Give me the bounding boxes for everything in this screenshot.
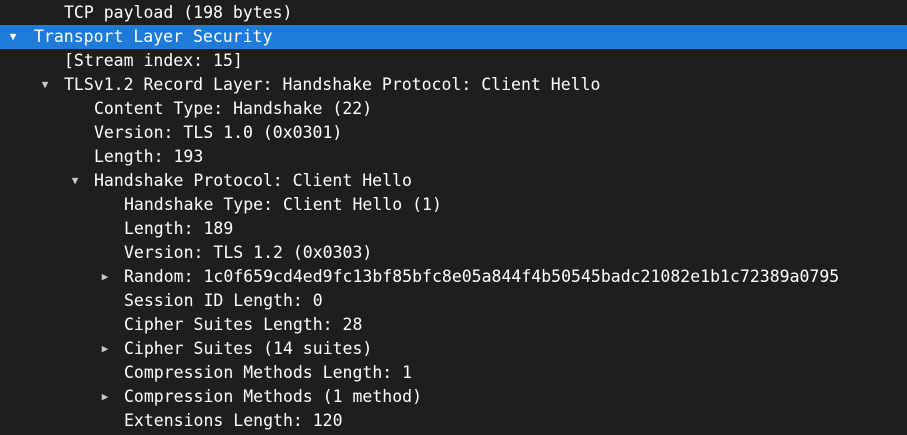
tree-row-tls-record-layer[interactable]: TLSv1.2 Record Layer: Handshake Protocol…	[0, 73, 907, 97]
tree-row-label: Random: 1c0f659cd4ed9fc13bf85bfc8e05a844…	[124, 267, 840, 286]
tree-row-label: Length: 189	[124, 219, 234, 238]
tree-row-label: Length: 193	[94, 147, 204, 166]
tree-row-transport-layer-security[interactable]: Transport Layer Security	[0, 25, 907, 49]
tree-row-extensions-length[interactable]: Extensions Length: 120	[0, 409, 907, 433]
tree-row-handshake-protocol[interactable]: Handshake Protocol: Client Hello	[0, 169, 907, 193]
tree-row-label: Version: TLS 1.2 (0x0303)	[124, 243, 373, 262]
packet-details-tree: TCP payload (198 bytes) Transport Layer …	[0, 1, 907, 435]
collapsed-arrow-icon[interactable]	[98, 385, 112, 409]
tree-row-handshake-version[interactable]: Version: TLS 1.2 (0x0303)	[0, 241, 907, 265]
tree-row-random[interactable]: Random: 1c0f659cd4ed9fc13bf85bfc8e05a844…	[0, 265, 907, 289]
tree-row-session-id-length[interactable]: Session ID Length: 0	[0, 289, 907, 313]
tree-row-label: Version: TLS 1.0 (0x0301)	[94, 123, 343, 142]
tree-row-handshake-length[interactable]: Length: 189	[0, 217, 907, 241]
tree-row-compression-methods-length[interactable]: Compression Methods Length: 1	[0, 361, 907, 385]
tree-row-label: Session ID Length: 0	[124, 291, 323, 310]
expanded-arrow-icon[interactable]	[6, 25, 20, 49]
tree-row-label: Transport Layer Security	[34, 27, 273, 46]
tree-row-label: Content Type: Handshake (22)	[94, 99, 373, 118]
tree-row-cipher-suites[interactable]: Cipher Suites (14 suites)	[0, 337, 907, 361]
tree-row-label: Handshake Type: Client Hello (1)	[124, 195, 442, 214]
tree-row-record-length[interactable]: Length: 193	[0, 145, 907, 169]
tree-row-label: Handshake Protocol: Client Hello	[94, 171, 412, 190]
tree-row-handshake-type[interactable]: Handshake Type: Client Hello (1)	[0, 193, 907, 217]
tree-row-label: TCP payload (198 bytes)	[64, 3, 293, 22]
tree-row-label: Compression Methods Length: 1	[124, 363, 413, 382]
tree-row-content-type[interactable]: Content Type: Handshake (22)	[0, 97, 907, 121]
tree-row-tcp-payload[interactable]: TCP payload (198 bytes)	[0, 1, 907, 25]
tree-row-cipher-suites-length[interactable]: Cipher Suites Length: 28	[0, 313, 907, 337]
tree-row-label: Compression Methods (1 method)	[124, 387, 423, 406]
tree-row-label: TLSv1.2 Record Layer: Handshake Protocol…	[64, 75, 601, 94]
tree-row-record-version[interactable]: Version: TLS 1.0 (0x0301)	[0, 121, 907, 145]
expanded-arrow-icon[interactable]	[38, 73, 52, 97]
expanded-arrow-icon[interactable]	[68, 169, 82, 193]
collapsed-arrow-icon[interactable]	[98, 337, 112, 361]
tree-row-compression-methods[interactable]: Compression Methods (1 method)	[0, 385, 907, 409]
collapsed-arrow-icon[interactable]	[98, 265, 112, 289]
tree-row-label: Cipher Suites (14 suites)	[124, 339, 373, 358]
tree-row-label: Extensions Length: 120	[124, 411, 343, 430]
tree-row-stream-index[interactable]: [Stream index: 15]	[0, 49, 907, 73]
tree-row-label: Cipher Suites Length: 28	[124, 315, 363, 334]
tree-row-label: [Stream index: 15]	[64, 51, 243, 70]
